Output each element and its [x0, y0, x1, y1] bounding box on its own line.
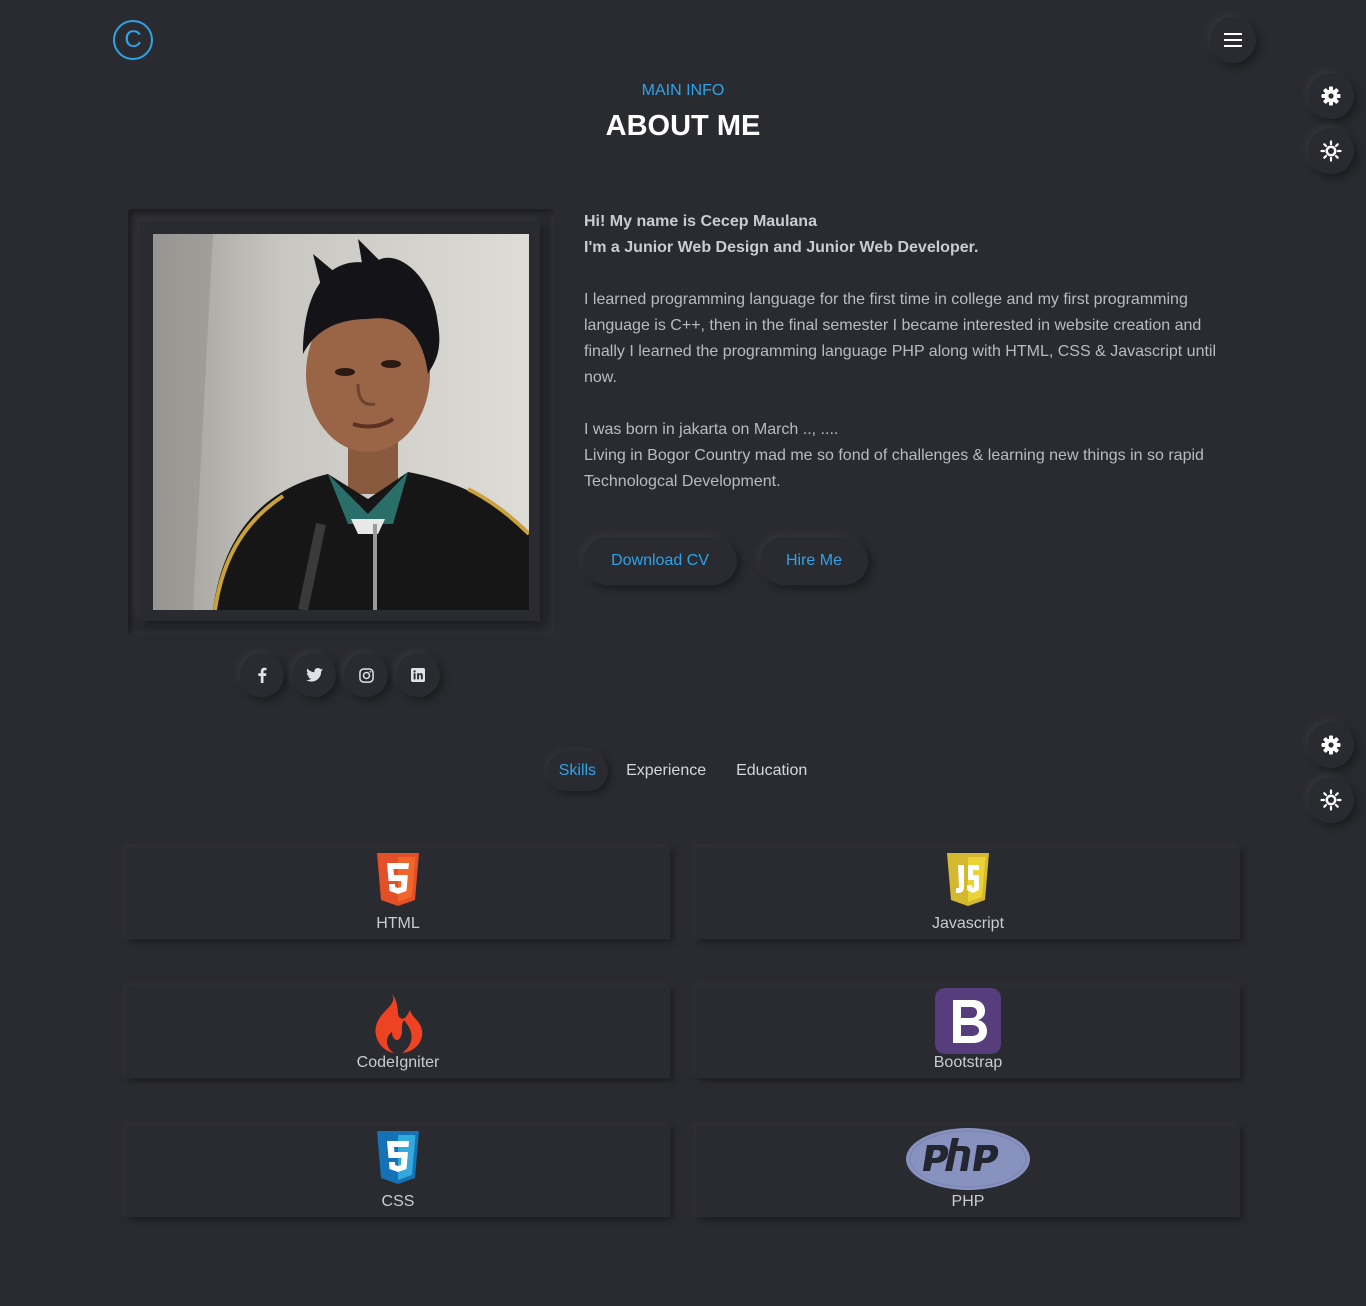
instagram-icon: [358, 667, 374, 683]
skill-label: HTML: [376, 915, 420, 932]
tab-education[interactable]: Education: [724, 751, 819, 791]
skill-label: Javascript: [931, 915, 1005, 932]
skill-label: CSS: [381, 1193, 415, 1210]
about-paragraph-1: I learned programming language for the f…: [584, 291, 1217, 386]
facebook-icon: [258, 667, 267, 683]
skill-card-css: CSS: [126, 1125, 670, 1217]
instagram-button[interactable]: [344, 653, 388, 697]
skill-card-php: PHP: [696, 1125, 1240, 1217]
tab-skills[interactable]: Skills: [546, 751, 609, 791]
about-birth: I was born in jakarta on March .., ....: [584, 421, 839, 438]
profile-photo-inner-frame: [140, 221, 540, 621]
css3-icon: [377, 1131, 419, 1184]
skill-card-bootstrap: Bootstrap: [696, 986, 1240, 1078]
about-living: Living in Bogor Country mad me so fond o…: [584, 447, 1204, 490]
skill-card-codeigniter: CodeIgniter: [126, 986, 670, 1078]
twitter-icon: [305, 668, 323, 682]
facebook-button[interactable]: [240, 653, 284, 697]
hire-me-button[interactable]: Hire Me: [760, 537, 868, 585]
linkedin-icon: [411, 668, 425, 682]
site-logo[interactable]: C: [113, 20, 153, 60]
skill-card-javascript: Javascript: [696, 847, 1240, 939]
section-title: ABOUT ME: [605, 110, 761, 142]
section-subtitle: MAIN INFO: [641, 82, 725, 99]
sun-icon: [1320, 140, 1342, 162]
intro-role: I'm a Junior Web Design and Junior Web D…: [584, 239, 979, 256]
skill-label: PHP: [951, 1193, 985, 1210]
php-icon: [906, 1128, 1030, 1190]
profile-photo: [153, 234, 529, 610]
hamburger-icon: [1224, 33, 1242, 47]
intro-name: Hi! My name is Cecep Maulana: [584, 213, 817, 230]
social-links: [240, 653, 440, 697]
profile-photo-frame: [128, 209, 554, 635]
tab-experience[interactable]: Experience: [614, 751, 718, 791]
info-tabs: Skills Experience Education: [0, 751, 1366, 791]
javascript-icon: [947, 853, 989, 906]
about-intro: Hi! My name is Cecep Maulana I'm a Junio…: [584, 209, 1244, 261]
about-text: Hi! My name is Cecep Maulana I'm a Junio…: [584, 209, 1244, 521]
about-paragraph-2: I was born in jakarta on March .., .... …: [584, 417, 1244, 495]
codeigniter-icon: [375, 994, 423, 1053]
hamburger-menu-button[interactable]: [1210, 17, 1256, 63]
twitter-button[interactable]: [292, 653, 336, 697]
download-cv-button[interactable]: Download CV: [583, 537, 737, 585]
bootstrap-icon: [935, 988, 1001, 1054]
skill-label: Bootstrap: [933, 1054, 1003, 1071]
skill-card-html: HTML: [126, 847, 670, 939]
html5-icon: [377, 853, 419, 906]
linkedin-button[interactable]: [396, 653, 440, 697]
skill-label: CodeIgniter: [356, 1054, 440, 1071]
sun-icon: [1320, 789, 1342, 811]
